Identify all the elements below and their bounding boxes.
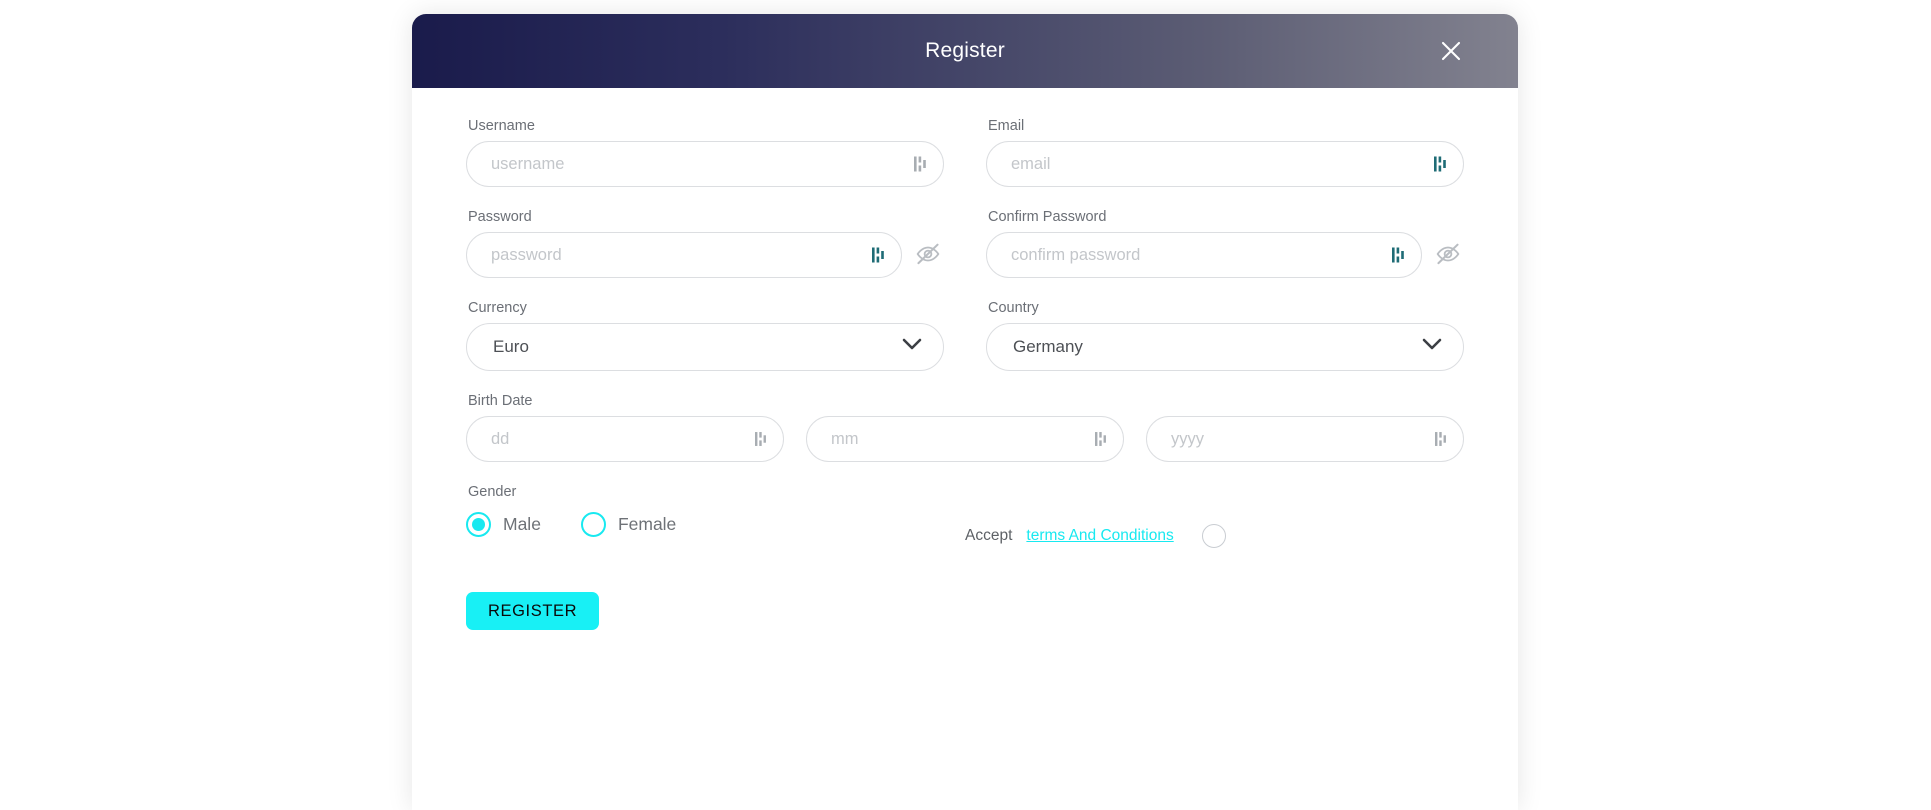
register-modal: Register Username username Email email P… <box>412 14 1518 810</box>
confirm-password-label: Confirm Password <box>988 209 1107 225</box>
confirm-password-input-wrap <box>986 232 1464 278</box>
form-row-account: Username Emai <box>466 118 1464 187</box>
birth-date-day-col <box>466 416 784 462</box>
submit-row: REGISTER <box>466 592 1464 630</box>
gender-label: Gender <box>468 484 517 500</box>
currency-select-wrap: Euro <box>466 323 944 371</box>
gender-option-female[interactable]: Female <box>580 512 677 537</box>
currency-label: Currency <box>468 300 527 316</box>
password-label: Password <box>468 209 532 225</box>
birth-date-month-col <box>806 416 1124 462</box>
register-button[interactable]: REGISTER <box>466 592 600 630</box>
gender-option-female-label: Female <box>617 514 677 534</box>
field-username: Username <box>466 118 944 187</box>
country-select-wrap: Germany <box>986 323 1464 371</box>
username-label: Username <box>468 118 535 134</box>
close-button[interactable] <box>1434 34 1468 68</box>
confirm-password-field[interactable] <box>986 232 1422 278</box>
field-gender: Gender Male Female <box>466 484 965 537</box>
form-row-locale: Currency Euro Country Germany <box>466 300 1464 371</box>
password-visibility-toggle[interactable] <box>912 239 944 271</box>
page-background: Register Username username Email email P… <box>0 0 1931 810</box>
accept-terms-checkbox[interactable] <box>1201 524 1226 548</box>
currency-selected-value: Euro <box>493 337 529 356</box>
field-country: Country Germany <box>986 300 1464 371</box>
password-field[interactable] <box>466 232 902 278</box>
birth-date-month-wrap <box>806 416 1124 462</box>
accept-terms-block: Accept terms And Conditions <box>965 484 1464 548</box>
birth-date-year-wrap <box>1146 416 1464 462</box>
field-birth-date: Birth Date <box>466 393 1464 462</box>
field-password: Password <box>466 209 944 278</box>
birth-date-day-input[interactable] <box>466 416 784 462</box>
terms-and-conditions-link[interactable]: terms And Conditions <box>1026 527 1173 545</box>
birth-date-year-col <box>1146 416 1464 462</box>
email-input-wrap <box>986 141 1464 187</box>
confirm-password-visibility-toggle[interactable] <box>1432 239 1464 271</box>
country-select[interactable]: Germany <box>986 323 1464 371</box>
eye-off-icon <box>915 241 941 270</box>
accept-terms-row: Accept terms And Conditions <box>965 524 1226 548</box>
radio-dot <box>472 518 485 531</box>
modal-header: Register <box>412 14 1518 88</box>
form-row-gender-terms: Gender Male Female Accept terms And Cond… <box>466 484 1464 548</box>
close-icon <box>1439 39 1463 63</box>
eye-off-icon <box>1435 241 1461 270</box>
form-row-passwords: Password password Confirm Password confi… <box>466 209 1464 278</box>
email-field[interactable] <box>986 141 1464 187</box>
country-selected-value: Germany <box>1013 337 1083 356</box>
password-input-wrap <box>466 232 944 278</box>
birth-date-label: Birth Date <box>468 393 533 409</box>
modal-body: Username Emai <box>412 88 1518 810</box>
username-input[interactable] <box>466 141 944 187</box>
birth-date-month-input[interactable] <box>806 416 1124 462</box>
accept-prefix-label: Accept <box>965 527 1013 544</box>
birth-date-day-wrap <box>466 416 784 462</box>
field-confirm-password: Confirm Password <box>986 209 1464 278</box>
field-currency: Currency Euro <box>466 300 944 371</box>
gender-option-male-label: Male <box>503 514 541 534</box>
username-input-wrap <box>466 141 944 187</box>
field-email: Email <box>986 118 1464 187</box>
birth-date-inputs <box>466 416 1464 462</box>
country-label: Country <box>988 300 1039 316</box>
page-title: Register <box>925 39 1005 62</box>
radio-selected-icon <box>466 512 491 537</box>
radio-unselected-icon <box>580 512 606 537</box>
currency-select[interactable]: Euro <box>466 323 944 371</box>
gender-radio-group: Male Female <box>466 512 965 537</box>
email-label: Email <box>988 118 1025 134</box>
gender-option-male[interactable]: Male <box>466 512 541 537</box>
birth-date-year-input[interactable] <box>1146 416 1464 462</box>
